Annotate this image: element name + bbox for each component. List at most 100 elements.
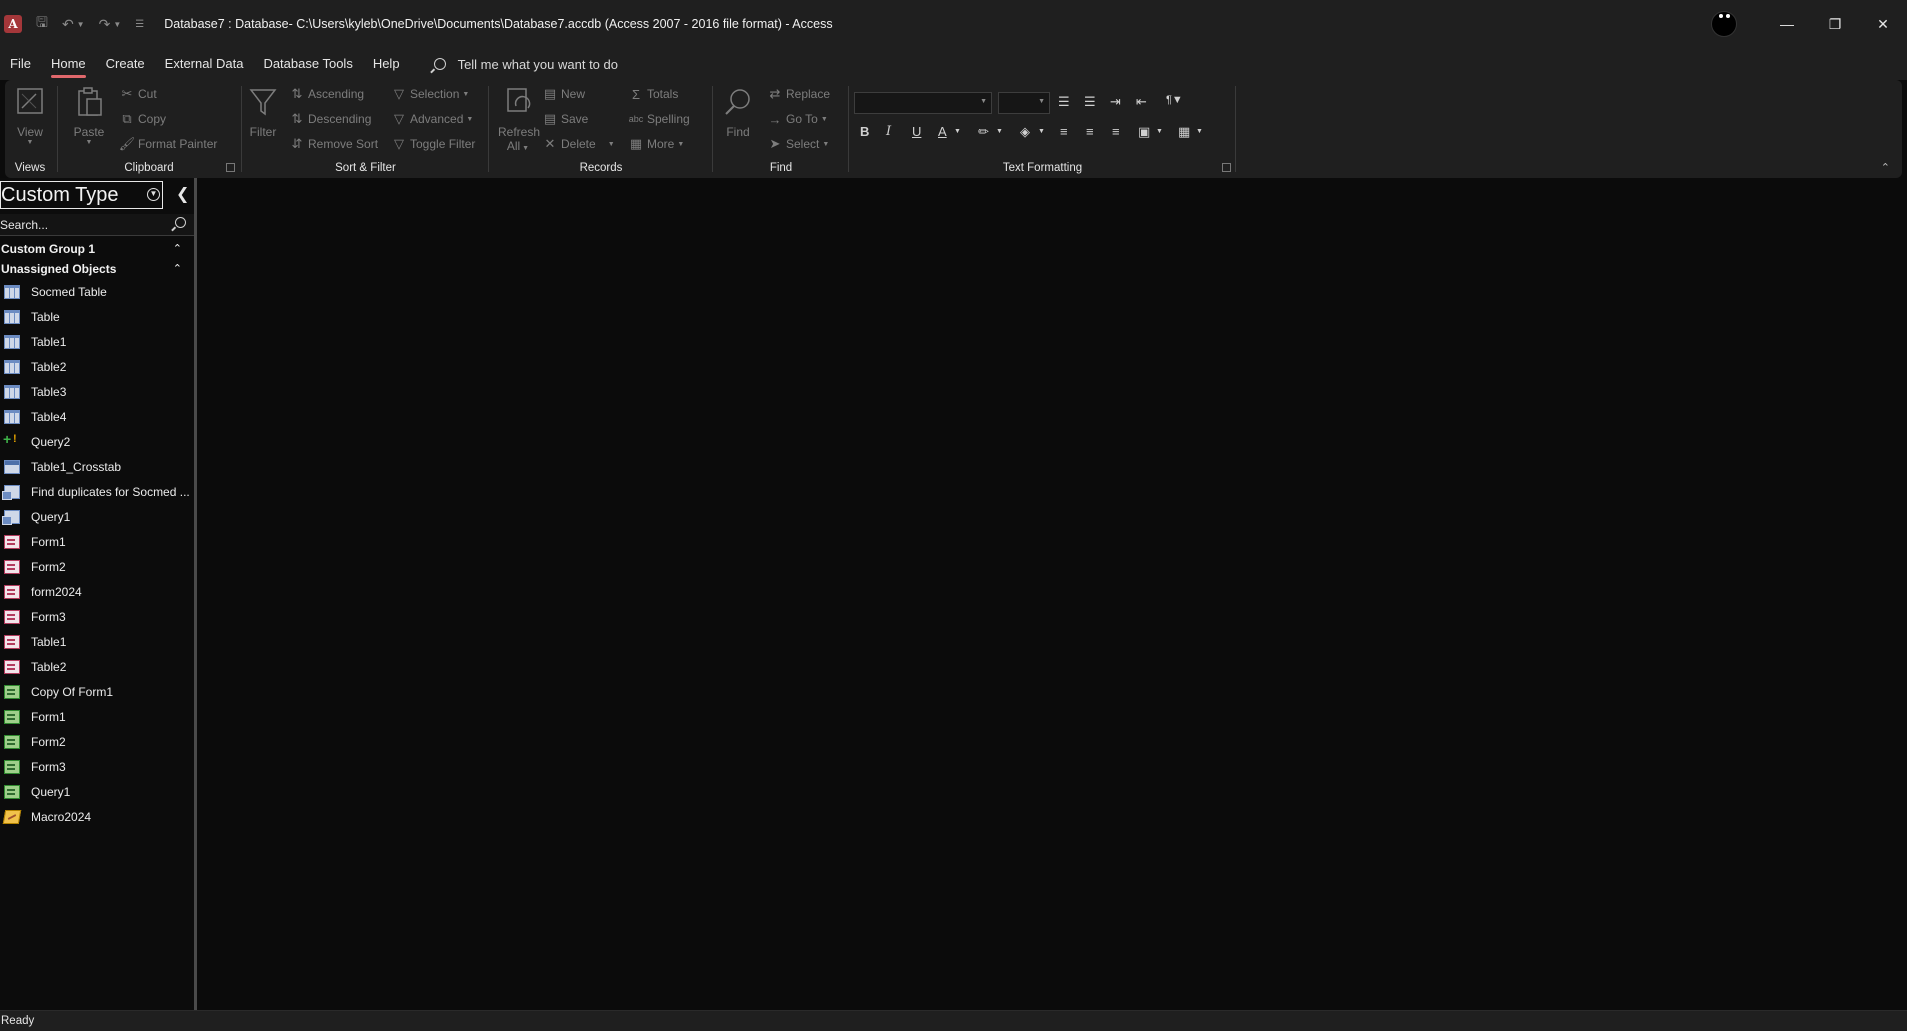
font-size-dropdown[interactable]: ▼ bbox=[998, 92, 1050, 114]
tab-home[interactable]: Home bbox=[41, 48, 96, 80]
collapse-ribbon-icon[interactable]: ⌃ bbox=[1881, 161, 1890, 174]
nav-object-item[interactable]: Form1 bbox=[0, 529, 194, 554]
italic-button[interactable]: I bbox=[886, 124, 891, 139]
font-color-dropdown-icon[interactable]: ▼ bbox=[954, 128, 961, 135]
clipboard-launcher-icon[interactable] bbox=[226, 163, 235, 172]
nav-pane-header[interactable]: Custom Type ▼ bbox=[0, 181, 163, 209]
nav-object-item[interactable]: Form2 bbox=[0, 729, 194, 754]
decrease-indent-icon[interactable]: ⇤ bbox=[1136, 94, 1147, 110]
ascending-button[interactable]: ⇅ Ascending bbox=[289, 86, 365, 102]
account-avatar[interactable] bbox=[1711, 11, 1737, 37]
nav-object-item[interactable]: Table1_Crosstab bbox=[0, 454, 194, 479]
chevron-up-icon[interactable]: ⌃ bbox=[173, 259, 182, 279]
shutter-bar-collapse-icon[interactable]: ❮ bbox=[176, 184, 189, 204]
gridlines-icon[interactable]: ▦ bbox=[1178, 124, 1190, 140]
nav-object-item[interactable]: Query1 bbox=[0, 504, 194, 529]
paste-button[interactable]: Paste ▼ bbox=[69, 86, 109, 146]
nav-group-custom-group-1[interactable]: Custom Group 1 ⌃ bbox=[0, 239, 194, 259]
numbering-icon[interactable]: ☰ bbox=[1084, 94, 1096, 110]
nav-object-item[interactable]: form2024 bbox=[0, 579, 194, 604]
refresh-all-button[interactable]: Refresh All ▼ bbox=[498, 86, 541, 153]
redo-icon[interactable]: ↷ ▼ bbox=[99, 16, 122, 33]
advanced-button[interactable]: ▽ Advanced ▼ bbox=[391, 111, 473, 127]
bold-button[interactable]: B bbox=[860, 124, 869, 139]
nav-group-unassigned-objects[interactable]: Unassigned Objects ⌃ bbox=[0, 259, 194, 279]
nav-object-item[interactable]: Form3 bbox=[0, 604, 194, 629]
align-left-icon[interactable]: ≡ bbox=[1060, 124, 1068, 139]
nav-object-item[interactable]: Table bbox=[0, 304, 194, 329]
replace-button[interactable]: ⇄ Replace bbox=[767, 86, 830, 102]
tab-file[interactable]: File bbox=[0, 48, 41, 80]
more-button[interactable]: ▦ More ▼ bbox=[628, 136, 684, 152]
alternate-row-dropdown-icon[interactable]: ▼ bbox=[1156, 128, 1163, 135]
filter-button[interactable]: Filter bbox=[243, 86, 283, 139]
find-button[interactable]: Find bbox=[718, 86, 758, 139]
nav-object-item[interactable]: Query2 bbox=[0, 429, 194, 454]
nav-object-item[interactable]: Form1 bbox=[0, 704, 194, 729]
select-button[interactable]: ➤ Select ▼ bbox=[767, 136, 830, 152]
align-center-icon[interactable]: ≡ bbox=[1086, 124, 1094, 139]
nav-search-box[interactable]: Search... bbox=[0, 214, 194, 236]
toggle-filter-button[interactable]: ▽ Toggle Filter bbox=[391, 136, 475, 152]
nav-object-item[interactable]: Table2 bbox=[0, 654, 194, 679]
format-painter-button[interactable]: 🖌 Format Painter bbox=[119, 136, 218, 152]
tab-help[interactable]: Help bbox=[363, 48, 410, 80]
nav-object-item[interactable]: Macro2024 bbox=[0, 804, 194, 829]
remove-sort-button[interactable]: ⇵ Remove Sort bbox=[289, 136, 378, 152]
minimize-icon[interactable]: — bbox=[1763, 0, 1811, 48]
status-bar: Ready bbox=[0, 1010, 1907, 1031]
underline-button[interactable]: U bbox=[912, 124, 921, 139]
tab-create[interactable]: Create bbox=[96, 48, 155, 80]
highlight-dropdown-icon[interactable]: ▼ bbox=[996, 128, 1003, 135]
gridlines-dropdown-icon[interactable]: ▼ bbox=[1196, 128, 1203, 135]
chevron-up-icon[interactable]: ⌃ bbox=[173, 239, 182, 259]
selection-button[interactable]: ▽ Selection ▼ bbox=[391, 86, 469, 102]
nav-object-item[interactable]: Form3 bbox=[0, 754, 194, 779]
new-record-button[interactable]: ▤ New bbox=[542, 86, 585, 102]
go-to-button[interactable]: → Go To ▼ bbox=[767, 111, 828, 127]
fill-color-icon[interactable]: ◈ bbox=[1020, 124, 1030, 140]
undo-dropdown-icon[interactable]: ▼ bbox=[77, 20, 85, 29]
nav-menu-dropdown-icon[interactable]: ▼ bbox=[147, 188, 160, 201]
save-record-button[interactable]: ▤ Save bbox=[542, 111, 589, 127]
nav-object-item[interactable]: Copy Of Form1 bbox=[0, 679, 194, 704]
tell-me-search[interactable]: Tell me what you want to do bbox=[433, 57, 618, 72]
font-name-dropdown[interactable]: ▼ bbox=[854, 92, 992, 114]
undo-icon[interactable]: ↶ ▼ bbox=[62, 16, 85, 33]
nav-object-item[interactable]: Form2 bbox=[0, 554, 194, 579]
nav-object-item[interactable]: Query1 bbox=[0, 779, 194, 804]
spelling-button[interactable]: abc Spelling bbox=[628, 111, 690, 127]
nav-object-item[interactable]: Table2 bbox=[0, 354, 194, 379]
align-right-icon[interactable]: ≡ bbox=[1112, 124, 1120, 139]
cut-button[interactable]: ✂ Cut bbox=[119, 86, 157, 102]
close-icon[interactable]: ✕ bbox=[1859, 0, 1907, 48]
tab-database-tools[interactable]: Database Tools bbox=[253, 48, 362, 80]
nav-object-item[interactable]: Table1 bbox=[0, 329, 194, 354]
save-quick-icon[interactable]: 🖫 bbox=[36, 12, 48, 36]
nav-object-item[interactable]: Socmed Table bbox=[0, 279, 194, 304]
increase-indent-icon[interactable]: ⇥ bbox=[1110, 94, 1121, 110]
highlight-icon[interactable]: ✏ bbox=[978, 124, 989, 140]
customize-qat-icon[interactable]: ☰ bbox=[135, 19, 144, 30]
nav-object-item[interactable]: Table1 bbox=[0, 629, 194, 654]
paragraph-direction-icon[interactable]: ¶▼ bbox=[1166, 94, 1183, 106]
tab-external-data[interactable]: External Data bbox=[155, 48, 254, 80]
nav-object-item[interactable]: Table3 bbox=[0, 379, 194, 404]
delete-button[interactable]: ✕ Delete ▼ bbox=[542, 136, 615, 152]
access-app-icon[interactable]: A bbox=[4, 15, 22, 33]
text-formatting-launcher-icon[interactable] bbox=[1222, 163, 1231, 172]
refresh-label: Refresh bbox=[498, 125, 541, 139]
redo-dropdown-icon[interactable]: ▼ bbox=[113, 20, 121, 29]
copy-button[interactable]: ⧉ Copy bbox=[119, 111, 166, 127]
nav-object-item[interactable]: Table4 bbox=[0, 404, 194, 429]
nav-object-item[interactable]: Find duplicates for Socmed ... bbox=[0, 479, 194, 504]
font-color-button[interactable]: A bbox=[938, 124, 947, 139]
bullets-icon[interactable]: ☰ bbox=[1058, 94, 1070, 110]
view-button[interactable]: View ▼ bbox=[10, 86, 50, 146]
arrow-right-icon: → bbox=[768, 111, 782, 127]
restore-icon[interactable]: ❐ bbox=[1811, 0, 1859, 48]
totals-button[interactable]: Σ Totals bbox=[628, 86, 678, 102]
alternate-row-color-icon[interactable]: ▣ bbox=[1138, 124, 1150, 140]
fill-color-dropdown-icon[interactable]: ▼ bbox=[1038, 128, 1045, 135]
descending-button[interactable]: ⇅ Descending bbox=[289, 111, 372, 127]
